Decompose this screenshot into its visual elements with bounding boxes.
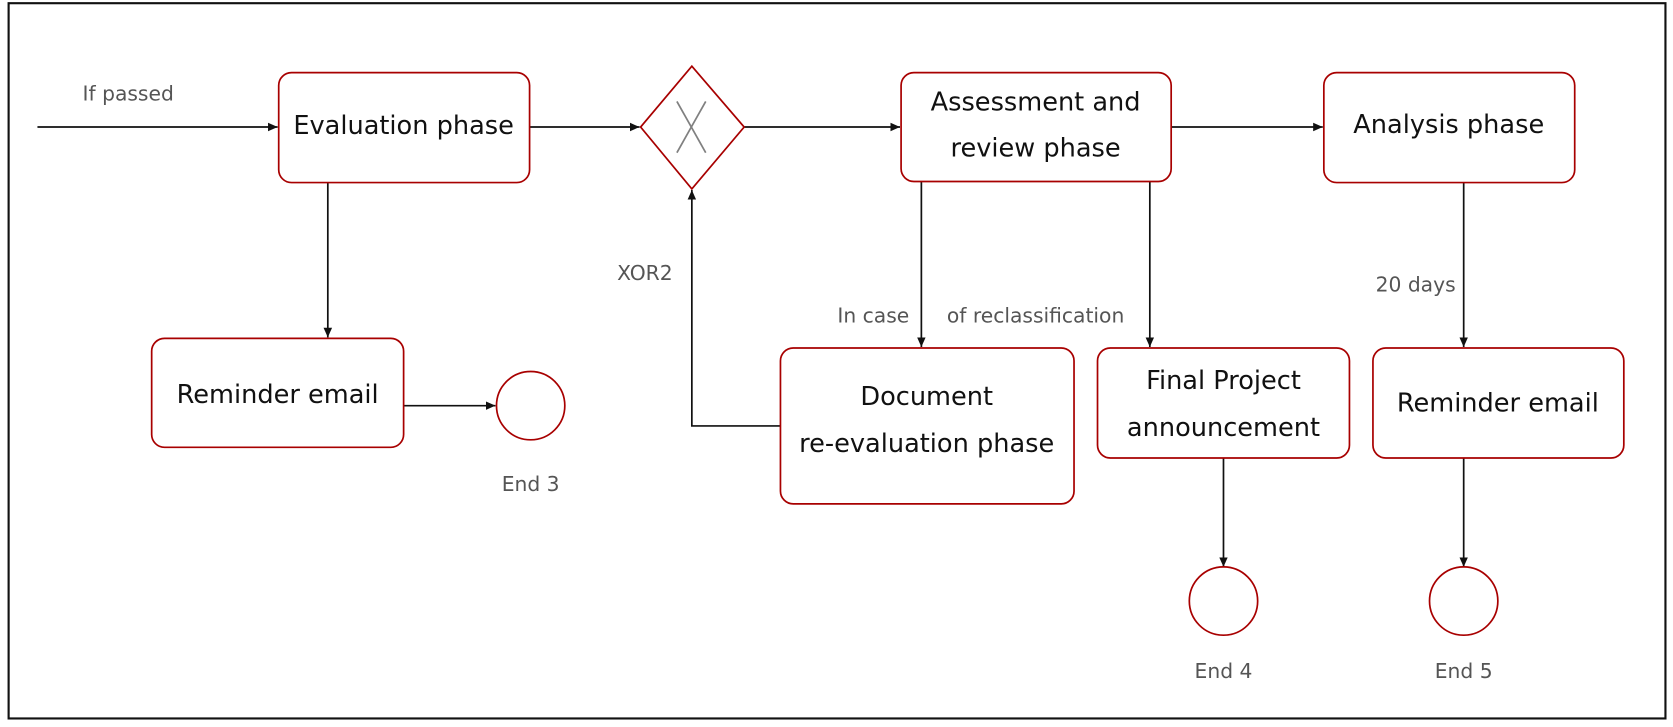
- end-event-4[interactable]: End 4: [1188, 566, 1259, 683]
- end-label: End 3: [502, 472, 560, 496]
- edge-label-20-days: 20 days: [1376, 273, 1456, 297]
- task-analysis-phase[interactable]: Analysis phase: [1322, 71, 1576, 184]
- end-event-5[interactable]: End 5: [1428, 566, 1499, 683]
- task-label-line2: re-evaluation phase: [799, 429, 1054, 459]
- task-assessment-review-phase[interactable]: Assessment and review phase: [900, 71, 1173, 183]
- edge-label-xor2: XOR2: [617, 261, 673, 285]
- edge-label-reclassification: of reclassification: [947, 304, 1124, 328]
- edge-label-in-case: In case: [837, 304, 909, 328]
- task-label: Analysis phase: [1353, 110, 1544, 140]
- end-label: End 4: [1195, 659, 1253, 683]
- task-reminder-email-2[interactable]: Reminder email: [1372, 347, 1625, 459]
- task-evaluation-phase[interactable]: Evaluation phase: [277, 71, 531, 184]
- task-label-line1: Assessment and: [931, 88, 1141, 118]
- task-reminder-email-1[interactable]: Reminder email: [150, 337, 405, 449]
- task-label-line1: Document: [860, 382, 993, 412]
- task-label-line1: Final Project: [1146, 366, 1301, 396]
- task-label-line2: review phase: [951, 133, 1121, 163]
- exclusive-gateway[interactable]: [639, 64, 746, 191]
- edge-label-if-passed: If passed: [83, 82, 174, 106]
- task-final-project-announcement[interactable]: Final Project announcement: [1096, 347, 1351, 459]
- task-label: Evaluation phase: [293, 111, 514, 141]
- end-event-3[interactable]: End 3: [495, 370, 566, 497]
- edge-document-gateway: [687, 190, 781, 427]
- task-document-reevaluation-phase[interactable]: Document re-evaluation phase: [779, 347, 1075, 505]
- task-label-line2: announcement: [1127, 413, 1320, 443]
- task-label: Reminder email: [1397, 389, 1599, 419]
- end-label: End 5: [1435, 659, 1493, 683]
- task-label: Reminder email: [177, 380, 379, 410]
- process-diagram: If passed XOR2 In case of reclassificati…: [7, 2, 1667, 720]
